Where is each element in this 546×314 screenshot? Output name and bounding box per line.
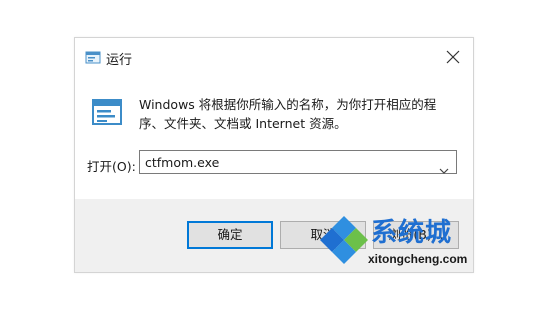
cancel-button[interactable]: 取消	[280, 221, 366, 249]
browse-button[interactable]: 浏览(B)...	[373, 221, 459, 249]
dialog-description: Windows 将根据你所输入的名称，为你打开相应的程序、文件夹、文档或 Int…	[139, 97, 437, 131]
close-icon	[446, 50, 460, 64]
close-button[interactable]	[433, 38, 473, 76]
open-combobox[interactable]: ctfmom.exe	[139, 150, 457, 174]
chevron-down-icon[interactable]	[439, 159, 449, 178]
run-dialog: 运行 Windows 将根据你所输入的名称，为你打开相应的程序、文件夹、文档或 …	[74, 37, 474, 273]
window-title: 运行	[106, 53, 133, 68]
open-input[interactable]: ctfmom.exe	[145, 155, 219, 170]
dialog-footer: 确定 取消 浏览(B)...	[75, 199, 473, 272]
ok-button[interactable]: 确定	[187, 221, 273, 249]
open-label: 打开(O):	[87, 159, 136, 174]
run-large-icon	[91, 98, 125, 128]
run-icon	[85, 50, 101, 64]
title-bar: 运行	[75, 38, 473, 76]
